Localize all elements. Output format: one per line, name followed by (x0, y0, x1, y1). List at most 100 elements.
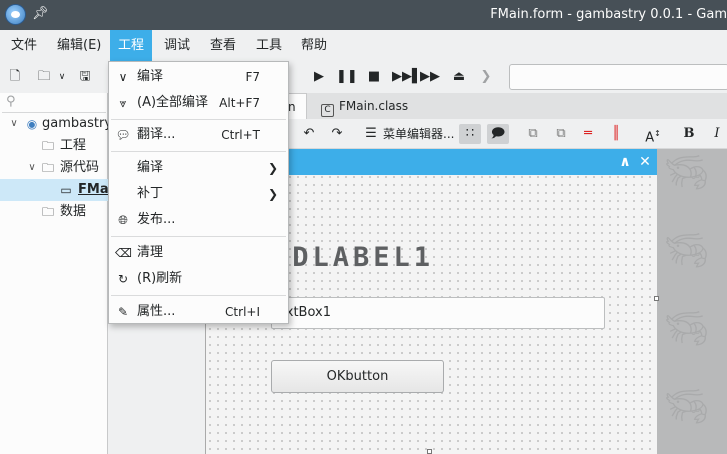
form-ok-button[interactable]: OKbutton (271, 360, 444, 393)
menu-debug[interactable]: 调试 (156, 30, 198, 61)
tooltip-icon[interactable]: 🗩︎ (487, 124, 509, 144)
form-icon: ▭ (60, 183, 72, 197)
tree-item-sources[interactable]: ∨ 🗀︎ 源代码 (0, 157, 108, 179)
tree-item-data[interactable]: 🗀︎ 数据 (0, 201, 108, 223)
gambas-mascot-icon: 🦐︎ (665, 387, 709, 427)
tree-item-fmain[interactable]: ▭ FMai (0, 179, 113, 201)
menu-item-shortcut: Ctrl+T (221, 128, 260, 142)
menu-file[interactable]: 文件 (3, 30, 45, 61)
resize-handle[interactable] (654, 296, 659, 301)
class-file-icon: C (321, 104, 334, 117)
search-icon: ⚲ (6, 94, 16, 109)
menu-item-compile-all[interactable]: ⩔ (A)全部编译 Alt+F7 (109, 90, 288, 116)
menu-edit[interactable]: 编辑(E) (49, 30, 109, 61)
folder-icon: 🗀︎ (41, 139, 54, 153)
menu-separator (111, 295, 286, 296)
italic-icon[interactable]: I (707, 124, 727, 144)
menu-item-properties[interactable]: ✎ 属性... Ctrl+I (109, 299, 288, 325)
font-size-icon[interactable]: A↕ (643, 124, 663, 146)
menu-item-label: 编译 (137, 69, 164, 84)
forward-icon[interactable]: ▶▶ (420, 67, 440, 87)
workspace-background: 🦐︎ 🦐︎ 🦐︎ 🦐︎ (657, 149, 727, 454)
menu-item-refresh[interactable]: ↻ (R)刷新 (109, 266, 288, 292)
menu-item-publish[interactable]: 🌐︎ 发布... (109, 207, 288, 233)
gambas-app-icon[interactable] (5, 4, 26, 25)
bring-front-icon[interactable]: ⧉ (523, 124, 543, 144)
align-center-vertical-icon[interactable]: ═ (578, 124, 598, 144)
step-into-icon[interactable]: ❯ (476, 67, 496, 87)
eject-icon[interactable]: ⏏ (449, 67, 469, 87)
title-bar: 📌︎ FMain.form - gambastry 0.0.1 - Gam (0, 0, 727, 30)
tab-fmain-class[interactable]: C FMain.class (315, 93, 419, 119)
align-center-horizontal-icon[interactable]: ║ (606, 124, 626, 144)
tree-item-label: 工程 (60, 138, 87, 153)
menu-item-label: 清理 (137, 245, 164, 260)
undo-icon[interactable]: ↶ (299, 124, 319, 144)
menu-item-compile[interactable]: ∨ 编译 F7 (109, 64, 288, 90)
tree-item-label: 源代码 (60, 160, 100, 175)
menu-view[interactable]: 查看 (202, 30, 244, 61)
open-folder-icon[interactable]: 🗀︎ (34, 67, 54, 87)
menu-item-patch-submenu[interactable]: 补丁 ❯ (109, 181, 288, 207)
close-icon[interactable]: ✕ (635, 151, 655, 173)
form-editor-toolbar: ↶ ↷ ☰ 菜单编辑器... ∷ 🗩︎ ⧉ ⧉ ═ ║ A↕ B I (289, 119, 727, 149)
menu-item-label: 翻译... (137, 127, 176, 142)
tree-item-project[interactable]: 🗀︎ 工程 (0, 135, 108, 157)
menu-editor-icon: ☰ (365, 126, 377, 141)
menu-separator (111, 151, 286, 152)
chevron-right-icon: ❯ (267, 187, 278, 201)
chevron-right-icon: ❯ (267, 161, 278, 175)
menu-item-label: 补丁 (137, 186, 164, 201)
tree-item-project-root[interactable]: ∨ ◉ gambastry (0, 113, 112, 135)
window-title: FMain.form - gambastry 0.0.1 - Gam (490, 7, 727, 22)
menu-help[interactable]: 帮助 (293, 30, 335, 61)
stop-icon[interactable]: ■ (364, 67, 384, 87)
menu-item-label: (R)刷新 (137, 271, 183, 286)
clear-icon: ⌫ (115, 246, 132, 260)
send-back-icon[interactable]: ⧉ (551, 124, 571, 144)
menu-item-compile-submenu[interactable]: 编译 ❯ (109, 155, 288, 181)
menu-item-translate[interactable]: 💬︎ 翻译... Ctrl+T (109, 122, 288, 148)
save-icon[interactable]: 🖫︎ (75, 67, 95, 87)
pause-icon[interactable]: ❚❚ (336, 67, 358, 87)
grid-icon[interactable]: ∷ (459, 124, 481, 144)
toolbar-search-input[interactable] (509, 64, 727, 90)
menu-editor-button[interactable]: 菜单编辑器... (383, 124, 454, 144)
translate-icon: 💬︎ (115, 128, 131, 142)
form-textbox-control[interactable]: extBox1 (271, 297, 605, 329)
menu-item-clean[interactable]: ⌫ 清理 (109, 240, 288, 266)
project-tree-panel: ⚲ ∨ ◉ gambastry 🗀︎ 工程 ∨ 🗀︎ 源代码 ▭ FMai 🗀︎… (0, 93, 113, 454)
font-size-label: A (645, 130, 655, 146)
menu-item-shortcut: Ctrl+I (225, 305, 260, 319)
menu-tools[interactable]: 工具 (248, 30, 290, 61)
gambas-project-icon: ◉ (26, 117, 38, 131)
bold-icon[interactable]: B (679, 124, 699, 144)
tree-item-label: gambastry (42, 116, 113, 131)
chevron-up-icon[interactable]: ∧ (615, 151, 635, 173)
chevron-down-icon[interactable]: ∨ (8, 113, 20, 135)
chevron-down-icon[interactable]: ∨ (26, 157, 38, 179)
refresh-icon: ↻ (117, 272, 129, 286)
editor-tab-strip: n C FMain.class (281, 93, 727, 119)
menu-separator (111, 236, 286, 237)
redo-icon[interactable]: ↷ (327, 124, 347, 144)
compile-all-icon: ⩔ (119, 96, 127, 110)
step-icon[interactable]: ▶▶▌ (392, 67, 422, 87)
pencil-icon: ✎ (117, 305, 129, 319)
gambas-mascot-icon: 🦐︎ (665, 153, 709, 193)
compile-icon: ∨ (118, 70, 128, 84)
chevron-down-icon[interactable]: ∨ (52, 67, 72, 87)
form-label-control[interactable]: DDLABEL1 (272, 241, 434, 275)
menu-separator (111, 119, 286, 120)
menu-item-shortcut: Alt+F7 (219, 96, 260, 110)
pin-icon[interactable]: 📌︎ (32, 6, 49, 21)
run-icon[interactable]: ▶ (309, 67, 329, 87)
menu-project[interactable]: 工程 (110, 30, 153, 61)
gambas-mascot-icon: 🦐︎ (665, 309, 709, 349)
menu-item-shortcut: F7 (245, 70, 260, 84)
resize-handle[interactable] (427, 449, 432, 454)
menu-item-label: 属性... (137, 304, 176, 319)
globe-icon: 🌐︎ (118, 213, 128, 227)
new-file-icon[interactable]: 🗋︎ (5, 67, 25, 87)
tree-filter-input[interactable]: ⚲ (2, 93, 106, 113)
